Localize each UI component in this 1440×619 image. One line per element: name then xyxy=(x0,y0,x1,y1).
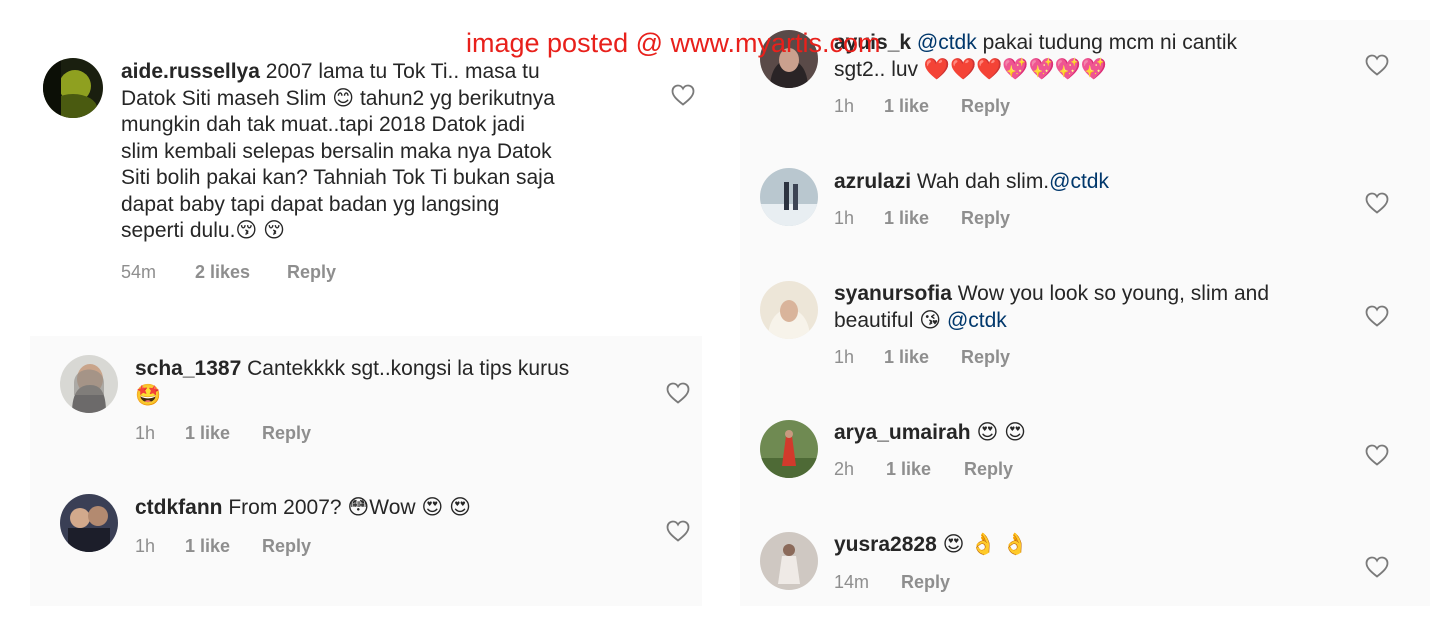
comment-meta: 1h 1 like Reply xyxy=(135,536,311,557)
comment-username[interactable]: ctdkfann xyxy=(135,496,223,519)
comment-username[interactable]: aide.russellya xyxy=(121,60,260,83)
comment-line: aide.russellya 2007 lama tu Tok Ti.. mas… xyxy=(121,59,661,86)
heart-outline-icon[interactable] xyxy=(1365,444,1389,466)
avatar[interactable] xyxy=(60,494,118,552)
reply-button[interactable]: Reply xyxy=(961,347,1010,368)
comment-text: 😍 👌 👌 xyxy=(942,533,1029,556)
comment-meta: 1h 1 like Reply xyxy=(834,96,1010,117)
comment-time: 1h xyxy=(135,536,156,556)
comment-username[interactable]: azrulazi xyxy=(834,170,911,193)
heart-outline-icon[interactable] xyxy=(1365,192,1389,214)
comment-time: 1h xyxy=(135,423,156,443)
comment-text: 2007 lama tu Tok Ti.. masa tu xyxy=(265,60,540,83)
heart-outline-icon[interactable] xyxy=(1365,556,1389,578)
likes-count[interactable]: 1 like xyxy=(185,536,262,557)
avatar[interactable] xyxy=(760,168,818,226)
comment-time: 1h xyxy=(834,208,855,228)
likes-count[interactable]: 1 like xyxy=(185,423,262,444)
likes-count[interactable]: 1 like xyxy=(884,347,961,368)
comment-username[interactable]: arya_umairah xyxy=(834,421,971,444)
comment-meta: 1h 1 like Reply xyxy=(834,347,1010,368)
comment-text: beautiful 😘 xyxy=(834,308,942,332)
comment-meta: 1h 1 like Reply xyxy=(135,423,311,444)
comment-username[interactable]: scha_1387 xyxy=(135,357,241,380)
comment-text: Cantekkkk sgt..kongsi la tips kurus xyxy=(247,357,570,380)
reply-button[interactable]: Reply xyxy=(287,262,336,283)
comment-line: scha_1387 Cantekkkk sgt..kongsi la tips … xyxy=(135,356,655,383)
comment-line: slim kembali selepas bersalin maka nya D… xyxy=(121,139,552,163)
comment-time: 1h xyxy=(834,347,855,367)
heart-outline-icon[interactable] xyxy=(1365,54,1389,76)
avatar[interactable] xyxy=(60,355,118,413)
comment-line: syanursofia Wow you look so young, slim … xyxy=(834,281,1354,308)
watermark-text: image posted @ www.myartis.com xyxy=(466,28,881,58)
comment-username[interactable]: yusra2828 xyxy=(834,533,937,556)
reply-button[interactable]: Reply xyxy=(961,208,1010,229)
reply-button[interactable]: Reply xyxy=(961,96,1010,117)
comment-line: seperti dulu.😚 😚 xyxy=(121,219,286,242)
comment-line: azrulazi Wah dah slim.@ctdk xyxy=(834,169,1354,196)
comment-line: yusra2828 😍 👌 👌 xyxy=(834,532,1354,559)
mention-link[interactable]: @ctdk xyxy=(947,309,1007,332)
comment-text: Wow you look so young, slim and xyxy=(957,282,1270,305)
avatar[interactable] xyxy=(760,532,818,590)
likes-count[interactable]: 1 like xyxy=(884,208,961,229)
comment-line: 🤩 xyxy=(135,383,162,407)
heart-outline-icon[interactable] xyxy=(1365,305,1389,327)
comment-line: mungkin dah tak muat..tapi 2018 Datok ja… xyxy=(121,113,525,136)
comment-line: dapat baby tapi dapat badan yg langsing xyxy=(121,192,500,216)
avatar[interactable] xyxy=(43,58,103,118)
heart-outline-icon[interactable] xyxy=(666,382,690,404)
comment-line: Datok Siti maseh Slim 😊 tahun2 yg beriku… xyxy=(121,86,555,110)
mention-link[interactable]: @ctdk xyxy=(1049,170,1109,193)
comment-text: Wah dah slim. xyxy=(916,170,1050,193)
mention-link[interactable]: @ctdk xyxy=(917,31,977,54)
comment-text: pakai tudung mcm ni cantik xyxy=(982,31,1238,54)
reply-button[interactable]: Reply xyxy=(262,423,311,444)
reply-button[interactable]: Reply xyxy=(901,572,950,593)
comment-meta: 2h 1 like Reply xyxy=(834,459,1013,480)
comment-username[interactable]: syanursofia xyxy=(834,282,952,305)
comment-line: beautiful 😘 @ctdk xyxy=(834,308,1354,335)
comment-meta: 1h 1 like Reply xyxy=(834,208,1010,229)
avatar[interactable] xyxy=(760,420,818,478)
comment-line: ayuis_k @ctdk pakai tudung mcm ni cantik xyxy=(834,30,1354,57)
avatar[interactable] xyxy=(760,281,818,339)
comment-line: arya_umairah 😍 😍 xyxy=(834,420,1354,447)
comment-meta: 14m Reply xyxy=(834,572,950,593)
comment-time: 14m xyxy=(834,572,870,592)
comment-time: 54m xyxy=(121,262,157,282)
comment-meta: 54m 2 likes Reply xyxy=(121,262,336,283)
comment-time: 1h xyxy=(834,96,855,116)
comment-text: 😍 😍 xyxy=(976,421,1027,444)
heart-outline-icon[interactable] xyxy=(666,520,690,542)
likes-count[interactable]: 2 likes xyxy=(195,262,287,283)
comment-time: 2h xyxy=(834,459,855,479)
comment-text: From 2007? 😳Wow 😍 😍 xyxy=(228,496,472,519)
likes-count[interactable]: 1 like xyxy=(886,459,964,480)
comment-line: ctdkfann From 2007? 😳Wow 😍 😍 xyxy=(135,495,655,522)
reply-button[interactable]: Reply xyxy=(262,536,311,557)
heart-outline-icon[interactable] xyxy=(671,84,695,106)
comment-line: Siti bolih pakai kan? Tahniah Tok Ti buk… xyxy=(121,166,555,189)
comment-line: sgt2.. luv ❤️❤️❤️💖💖💖💖 xyxy=(834,57,1107,81)
reply-button[interactable]: Reply xyxy=(964,459,1013,480)
likes-count[interactable]: 1 like xyxy=(884,96,961,117)
